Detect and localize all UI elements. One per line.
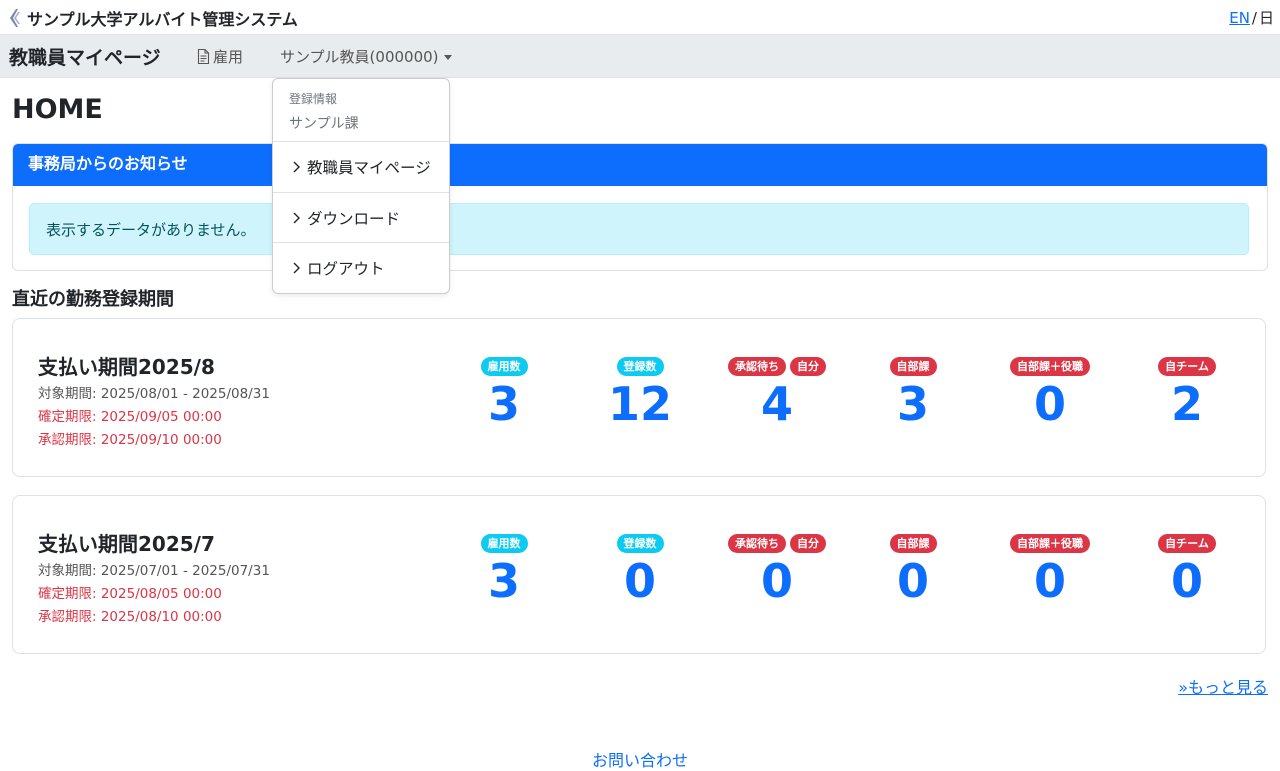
stat-value[interactable]: 0: [570, 556, 710, 606]
stat-jibuka-yaku: 自部課＋役職 0: [980, 357, 1120, 429]
badge-jibun: 自分: [790, 357, 826, 376]
dropdown-item-mypage[interactable]: 教職員マイページ: [291, 156, 431, 178]
stat-jiteam: 自チーム 0: [1117, 534, 1257, 606]
badge-jibuka-yaku: 自部課＋役職: [1010, 357, 1090, 376]
stat-value[interactable]: 0: [843, 556, 983, 606]
stat-value[interactable]: 0: [980, 556, 1120, 606]
stat-value[interactable]: 0: [1117, 556, 1257, 606]
document-icon: [197, 49, 210, 64]
dropdown-dept: サンプル課: [289, 116, 359, 132]
period-range: 対象期間: 2025/07/01 - 2025/07/31: [38, 563, 270, 579]
app-title: サンプル大学アルバイト管理システム: [27, 10, 298, 29]
stat-value[interactable]: 3: [434, 556, 574, 606]
badge-jiteam: 自チーム: [1158, 357, 1216, 376]
chevron-right-icon: [293, 212, 300, 224]
dropdown-item-logout[interactable]: ログアウト: [291, 257, 385, 279]
page-title: HOME: [12, 94, 103, 125]
badge-jibuka: 自部課: [889, 357, 937, 376]
stat-value[interactable]: 3: [434, 379, 574, 429]
stat-jiteam: 自チーム 2: [1117, 357, 1257, 429]
more-link[interactable]: »もっと見る: [1178, 674, 1268, 698]
period-range: 対象期間: 2025/08/01 - 2025/08/31: [38, 386, 270, 402]
dropdown-divider: [273, 141, 449, 142]
dropdown-divider: [273, 242, 449, 243]
period-fix-deadline: 確定期限: 2025/08/05 00:00: [38, 586, 222, 602]
badge-koyou: 雇用数: [480, 357, 528, 376]
stat-shounin-jibun: 承認待ち 自分 4: [707, 357, 847, 429]
stat-value[interactable]: 12: [570, 379, 710, 429]
badge-touroku: 登録数: [616, 357, 664, 376]
top-bar: サンプル大学アルバイト管理システム EN / 日: [0, 0, 1280, 35]
stat-shounin-jibun: 承認待ち 自分 0: [707, 534, 847, 606]
chevron-right-icon: [293, 262, 300, 274]
badge-jibuka-yaku: 自部課＋役職: [1010, 534, 1090, 553]
nav-item-koyou[interactable]: 雇用: [197, 46, 243, 67]
user-menu-toggle[interactable]: サンプル教員(000000): [280, 46, 452, 67]
nav-koyou-label: 雇用: [213, 48, 244, 66]
period-card: 支払い期間2025/8 対象期間: 2025/08/01 - 2025/08/3…: [12, 318, 1266, 477]
stat-jibuka: 自部課 3: [843, 357, 983, 429]
dropdown-divider: [273, 192, 449, 193]
period-card: 支払い期間2025/7 対象期間: 2025/07/01 - 2025/07/3…: [12, 495, 1266, 654]
nav-bar: 教職員マイページ 雇用 サンプル教員(000000): [0, 35, 1280, 78]
dropdown-item-label: ログアウト: [307, 260, 385, 278]
badge-shounin: 承認待ち: [728, 357, 786, 376]
badge-shounin: 承認待ち: [728, 534, 786, 553]
dropdown-item-label: ダウンロード: [307, 210, 401, 228]
stat-jibuka-yaku: 自部課＋役職 0: [980, 534, 1120, 606]
language-switch: EN / 日: [1229, 7, 1274, 28]
stat-touroku: 登録数 0: [570, 534, 710, 606]
stat-koyou: 雇用数 3: [434, 534, 574, 606]
lang-ja-current: 日: [1258, 9, 1274, 27]
period-fix-deadline: 確定期限: 2025/09/05 00:00: [38, 409, 222, 425]
dropdown-item-download[interactable]: ダウンロード: [291, 207, 400, 229]
app-brand: サンプル大学アルバイト管理システム: [8, 6, 298, 30]
notice-header: 事務局からのお知らせ: [13, 144, 1267, 186]
section-title: 直近の勤務登録期間: [12, 289, 174, 310]
notice-card: 事務局からのお知らせ 表示するデータがありません。: [12, 143, 1268, 271]
lang-separator: /: [1251, 9, 1257, 27]
lang-en-link[interactable]: EN: [1229, 9, 1250, 27]
badge-jibuka: 自部課: [889, 534, 937, 553]
badge-jibun: 自分: [790, 534, 826, 553]
period-approve-deadline: 承認期限: 2025/09/10 00:00: [38, 432, 222, 448]
user-dropdown-menu: 登録情報 サンプル課 教職員マイページ ダウンロード ログアウト: [272, 78, 450, 294]
badge-touroku: 登録数: [616, 534, 664, 553]
user-name: サンプル教員(000000): [280, 48, 439, 66]
period-approve-deadline: 承認期限: 2025/08/10 00:00: [38, 609, 222, 625]
dropdown-header: 登録情報: [289, 92, 338, 106]
stat-value[interactable]: 0: [980, 379, 1120, 429]
badge-jiteam: 自チーム: [1158, 534, 1216, 553]
stat-value[interactable]: 2: [1117, 379, 1257, 429]
badge-koyou: 雇用数: [480, 534, 528, 553]
stat-value[interactable]: 4: [707, 379, 847, 429]
chevron-right-icon: [293, 161, 300, 173]
stat-value[interactable]: 0: [707, 556, 847, 606]
dropdown-item-label: 教職員マイページ: [307, 159, 431, 177]
stat-koyou: 雇用数 3: [434, 357, 574, 429]
nav-brand[interactable]: 教職員マイページ: [9, 43, 161, 70]
contact-link[interactable]: お問い合わせ: [592, 747, 688, 771]
stat-touroku: 登録数 12: [570, 357, 710, 429]
caret-down-icon: [443, 55, 452, 60]
period-name: 支払い期間2025/7: [38, 532, 215, 556]
stat-value[interactable]: 3: [843, 379, 983, 429]
stat-jibuka: 自部課 0: [843, 534, 983, 606]
logo-icon: [10, 9, 20, 27]
period-name: 支払い期間2025/8: [38, 355, 215, 379]
notice-empty-alert: 表示するデータがありません。: [29, 203, 1249, 255]
